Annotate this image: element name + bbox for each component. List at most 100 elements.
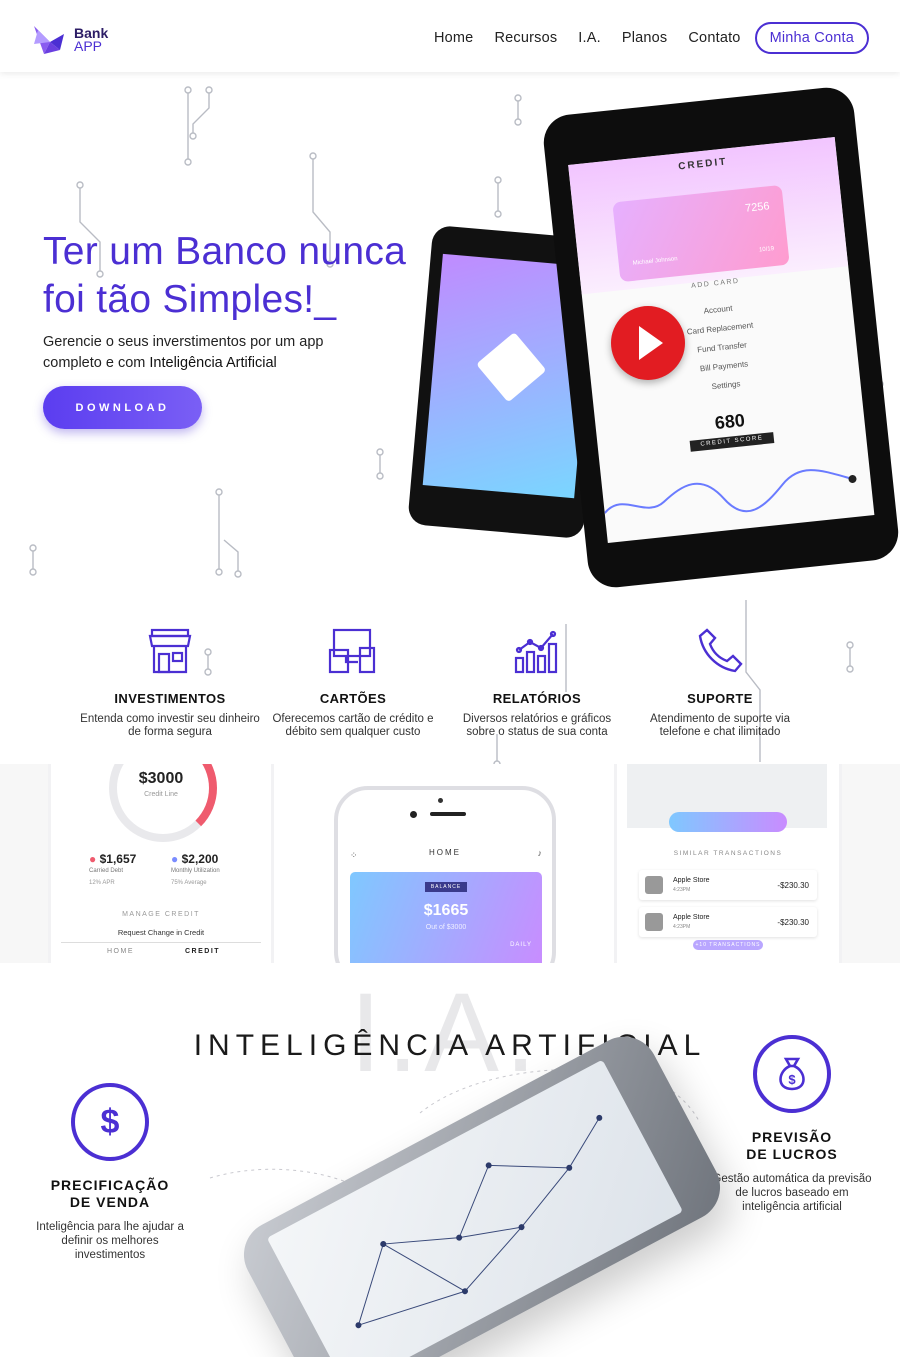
balance-card: BALANCE $1665 Out of $3000 DAILY — [350, 872, 542, 963]
phone-icon — [698, 628, 743, 673]
balance-tag: BALANCE — [425, 882, 467, 892]
balance-value: $1665 — [423, 902, 469, 919]
blue-dot-icon: ● — [171, 852, 179, 866]
credit-screen-tabs: HOME CREDIT — [61, 942, 261, 962]
git-logo-icon — [476, 332, 547, 403]
apple-icon — [645, 913, 663, 931]
credit-line-label: Credit Line — [144, 791, 178, 798]
tab-home[interactable]: HOME — [107, 948, 134, 955]
ia-left-title-line1: PRECIFICAÇÃO — [50, 1177, 170, 1193]
phone-speaker — [430, 812, 466, 816]
similar-transactions-heading: SIMILAR TRANSACTIONS — [673, 850, 783, 857]
carried-sub: 12% APR — [89, 880, 115, 886]
hero-subtitle-highlight: Inteligência Artificial — [149, 355, 277, 371]
features-section: INVESTIMENTOS Entenda como investir seu … — [0, 600, 900, 764]
ia-right-title-line2: DE LUCROS — [746, 1146, 838, 1162]
store-icon — [148, 628, 192, 674]
card-holder: Michael Johnson — [632, 256, 678, 267]
tab-credit[interactable]: CREDIT — [185, 948, 220, 955]
manage-credit-heading: MANAGE CREDIT — [122, 911, 200, 918]
money-bag-icon: $ — [753, 1035, 831, 1113]
transaction-name: Apple Store — [673, 914, 710, 921]
bar-chart-icon — [514, 630, 558, 674]
feature-title: SUPORTE — [687, 691, 753, 706]
transaction-time: 4:23PM — [673, 924, 691, 930]
ia-feature-title: PRECIFICAÇÃO DE VENDA — [30, 1177, 190, 1211]
transaction-row[interactable]: Apple Store 4:23PM -$230.30 — [639, 870, 817, 900]
ia-feature-title: PREVISÃO DE LUCROS — [712, 1129, 872, 1163]
phone-mockup: ⁘ HOME ♪ BALANCE $1665 Out of $3000 DAIL… — [334, 786, 556, 963]
nav-link-contato[interactable]: Contato — [688, 30, 740, 46]
hero-section: Ter um Banco nunca foi tão Simples!_ Ger… — [0, 72, 900, 600]
transaction-row[interactable]: Apple Store 4:23PM -$230.30 — [639, 907, 817, 937]
nav-link-ia[interactable]: I.A. — [578, 30, 601, 46]
page: Bank APP Home Recursos I.A. Planos Conta… — [0, 0, 900, 1357]
feature-title: RELATÓRIOS — [492, 691, 582, 706]
transaction-name: Apple Store — [673, 877, 710, 884]
feature-title: CARTÕES — [319, 691, 387, 706]
feature-desc: Oferecemos cartão de crédito e débito se… — [272, 713, 434, 738]
svg-text:$: $ — [788, 1072, 796, 1087]
carried-label: Carried Debt — [89, 868, 124, 874]
app-screens-strip: $3000 Credit Line ● $1,657 Carried Debt … — [0, 764, 900, 963]
transaction-time: 4:23PM — [673, 887, 691, 893]
nav-link-recursos[interactable]: Recursos — [494, 30, 557, 46]
bell-icon[interactable]: ♪ — [538, 848, 543, 858]
nav-link-planos[interactable]: Planos — [622, 30, 668, 46]
more-transactions-button[interactable]: +10 TRANSACTIONS — [693, 940, 763, 950]
transaction-amount: -$230.30 — [777, 918, 809, 927]
transaction-amount: -$230.30 — [777, 881, 809, 890]
credit-tablet-image: CREDIT 7256 Michael Johnson 10/19 ADD CA… — [541, 84, 900, 591]
feature-suporte: SUPORTE Atendimento de suporte via telef… — [630, 626, 810, 739]
card-number: 7256 — [744, 200, 771, 215]
logo-text: Bank APP — [74, 26, 108, 54]
hero-title: Ter um Banco nunca foi tão Simples!_ — [43, 228, 463, 324]
feature-relatorios: RELATÓRIOS Diversos relatórios e gráfico… — [447, 626, 627, 739]
hero-title-line1: Ter um Banco nunca — [43, 230, 407, 273]
carried-debt-stat: ● $1,657 Carried Debt 12% APR — [89, 852, 136, 886]
logo-line2: APP — [74, 38, 103, 54]
action-pill-buttons[interactable] — [669, 812, 787, 832]
top-navbar: Bank APP Home Recursos I.A. Planos Conta… — [0, 0, 900, 72]
score-wave-graph — [603, 469, 857, 514]
credit-line-value: $3000 — [138, 770, 184, 787]
feature-desc: Atendimento de suporte via telefone e ch… — [649, 713, 790, 738]
carried-value: $1,657 — [99, 852, 137, 866]
credit-screen: $3000 Credit Line ● $1,657 Carried Debt … — [51, 764, 271, 963]
util-sub: 75% Average — [171, 880, 207, 886]
ia-feature-desc: Inteligência para lhe ajudar a definir o… — [36, 1221, 184, 1261]
dollar-icon: $ — [71, 1083, 149, 1161]
transactions-screen: SIMILAR TRANSACTIONS Apple Store 4:23PM … — [617, 764, 839, 963]
ia-left-title-line2: DE VENDA — [69, 1194, 151, 1210]
request-change-link[interactable]: Request Change in Credit — [51, 928, 271, 937]
hero-title-line2: foi tão Simples!_ — [43, 278, 337, 321]
devices-icon — [328, 628, 376, 674]
phone-camera-dot — [438, 798, 443, 803]
ia-right-title-line1: PREVISÃO — [751, 1129, 833, 1145]
ia-section: I.A. INTELIGÊNCIA ARTIFICIAL $ PRECIFICA… — [0, 963, 900, 1357]
bird-logo-icon — [34, 26, 64, 54]
ia-feature-precificacao: $ PRECIFICAÇÃO DE VENDA Inteligência par… — [30, 1083, 190, 1262]
util-value: $2,200 — [181, 852, 219, 866]
home-title: HOME — [429, 848, 461, 857]
home-screen-panel: ⁘ HOME ♪ BALANCE $1665 Out of $3000 DAIL… — [274, 764, 614, 963]
play-video-button[interactable] — [611, 306, 685, 380]
hero-subtitle: Gerencie o seus inverstimentos por um ap… — [43, 332, 363, 374]
feature-investimentos: INVESTIMENTOS Entenda como investir seu … — [80, 626, 260, 739]
card-exp: 10/19 — [758, 245, 775, 254]
screen-edge-left — [0, 764, 48, 963]
nav-link-home[interactable]: Home — [434, 30, 473, 46]
phone-front-camera — [410, 811, 417, 818]
balance-sub: Out of $3000 — [425, 924, 467, 931]
daily-dropdown[interactable]: DAILY — [510, 942, 532, 948]
red-dot-icon: ● — [89, 852, 97, 866]
feature-desc: Diversos relatórios e gráficos sobre o s… — [462, 713, 612, 738]
ia-feature-desc: Gestão automática da previsão de lucros … — [712, 1173, 872, 1213]
monthly-utilization-stat: ● $2,200 Monthly Utilization 75% Average — [171, 852, 220, 886]
util-label: Monthly Utilization — [171, 868, 220, 874]
my-account-button[interactable]: Minha Conta — [754, 22, 869, 54]
download-button[interactable]: DOWNLOAD — [43, 386, 202, 429]
apple-icon — [645, 876, 663, 894]
logo[interactable]: Bank APP — [30, 20, 130, 60]
feature-desc: Entenda como investir seu dinheiro de fo… — [80, 713, 260, 738]
